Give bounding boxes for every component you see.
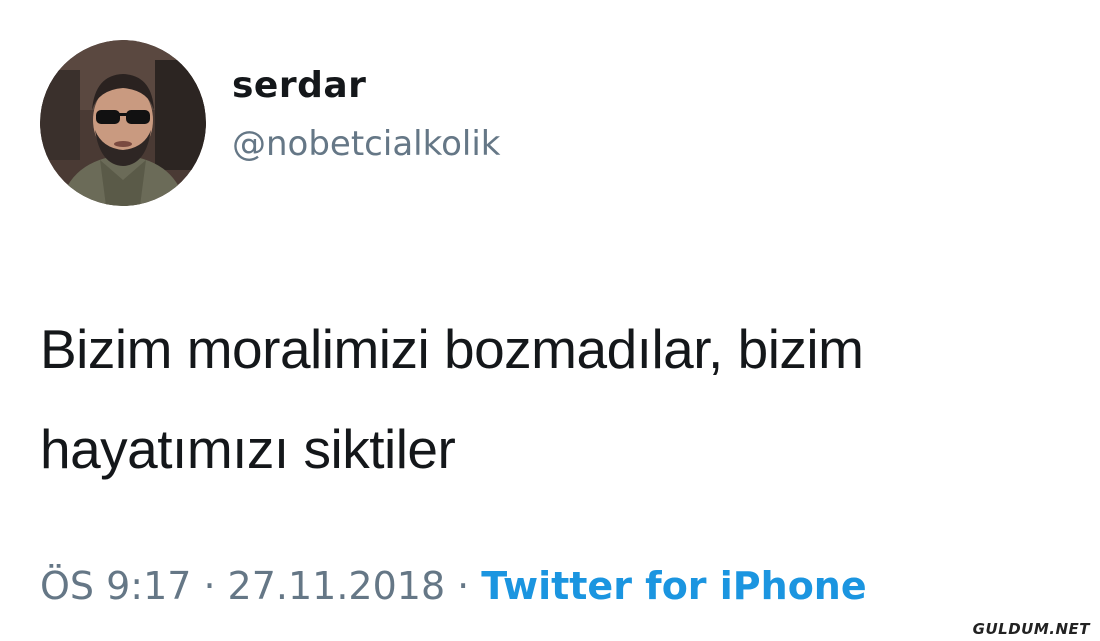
tweet-meta: ÖS 9:17 · 27.11.2018 · Twitter for iPhone (40, 560, 867, 612)
avatar[interactable] (40, 40, 206, 206)
author-block: serdar @nobetcialkolik (232, 64, 500, 166)
tweet-source-link[interactable]: Twitter for iPhone (481, 564, 866, 608)
tweet-card: serdar @nobetcialkolik Bizim moralimizi … (0, 0, 1100, 641)
display-name[interactable]: serdar (232, 64, 500, 108)
tweet-text: Bizim moralimizi bozmadılar, bizim hayat… (40, 299, 1090, 499)
tweet-date[interactable]: 27.11.2018 (228, 564, 446, 608)
tweet-time[interactable]: ÖS 9:17 (40, 564, 191, 608)
meta-separator: · (457, 564, 470, 608)
user-handle[interactable]: @nobetcialkolik (232, 122, 500, 166)
tweet-text-line: Bizim moralimizi bozmadılar, bizim (40, 318, 864, 380)
avatar-photo (40, 40, 206, 206)
meta-separator: · (203, 564, 216, 608)
watermark-logo: GULDUM.NET (968, 620, 1094, 638)
tweet-text-line: hayatımızı siktiler (40, 418, 456, 480)
